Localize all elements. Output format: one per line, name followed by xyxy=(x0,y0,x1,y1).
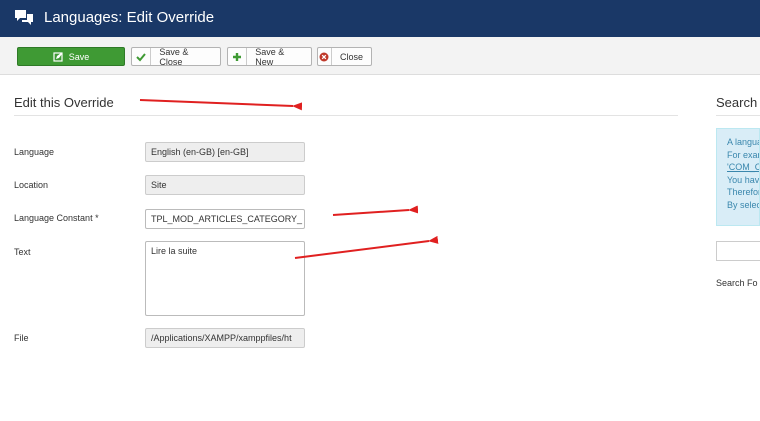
info-line: By selec xyxy=(727,199,760,210)
info-line: You hav xyxy=(727,174,760,185)
save-new-button[interactable]: Save & New xyxy=(227,46,312,67)
language-field: English (en-GB) [en-GB] xyxy=(145,142,305,162)
check-icon xyxy=(132,48,152,65)
info-line: A langua xyxy=(727,137,760,147)
search-heading: Search xyxy=(716,95,758,110)
info-alert: A langua For exar 'COM_C You hav Therefo… xyxy=(716,128,760,226)
search-for-label: Search Fo xyxy=(716,278,758,288)
page-title: Languages: Edit Override xyxy=(44,9,215,26)
save-close-label: Save & Close xyxy=(159,46,189,67)
annotation-arrow xyxy=(139,99,303,111)
annotation-arrow xyxy=(294,235,439,259)
language-label: Language xyxy=(14,147,55,157)
save-new-label: Save & New xyxy=(255,46,285,67)
file-label: File xyxy=(14,333,29,343)
comments-icon xyxy=(15,10,33,25)
info-line: Therefor xyxy=(727,187,760,198)
location-field: Site xyxy=(145,175,305,195)
search-divider xyxy=(716,115,760,116)
plus-icon xyxy=(228,48,248,65)
save-button[interactable]: Save xyxy=(17,47,125,66)
search-input[interactable] xyxy=(716,241,760,261)
annotation-arrow xyxy=(332,205,419,216)
text-textarea[interactable]: Lire la suite xyxy=(145,241,305,316)
info-line: For exar xyxy=(727,149,760,160)
edit-icon xyxy=(53,48,63,65)
file-field: /Applications/XAMPP/xamppfiles/ht xyxy=(145,328,305,348)
toolbar: Save Save & Close Save & New Close xyxy=(0,37,760,75)
save-close-button[interactable]: Save & Close xyxy=(131,46,221,67)
header-bar: Languages: Edit Override xyxy=(0,0,760,37)
info-link[interactable]: 'COM_C xyxy=(727,161,759,174)
form-heading: Edit this Override xyxy=(14,95,114,110)
text-label: Text xyxy=(14,247,31,257)
location-label: Location xyxy=(14,180,49,190)
cancel-circle-icon xyxy=(318,48,332,65)
close-label: Close xyxy=(339,51,363,62)
heading-divider xyxy=(14,115,678,116)
language-constant-input[interactable]: TPL_MOD_ARTICLES_CATEGORY_ xyxy=(145,209,305,229)
close-button[interactable]: Close xyxy=(317,47,372,66)
constant-label: Language Constant * xyxy=(14,213,99,223)
save-button-label: Save xyxy=(68,51,90,62)
